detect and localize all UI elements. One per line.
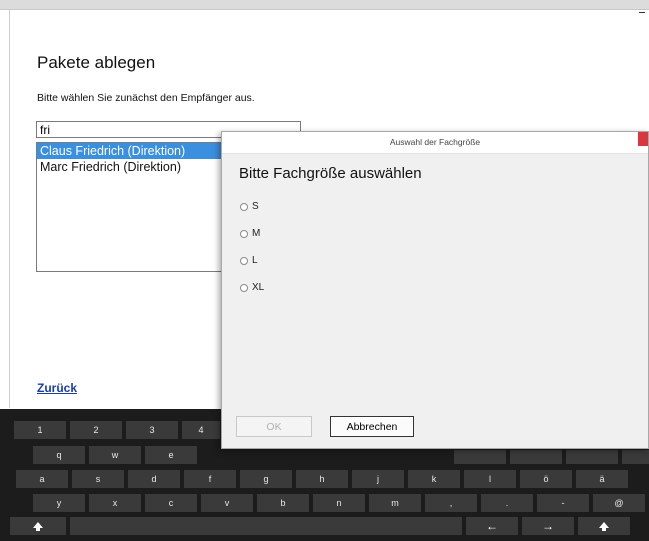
- page-subtitle: Bitte wählen Sie zunächst den Empfänger …: [37, 92, 255, 104]
- key[interactable]: h: [296, 470, 348, 488]
- minimize-icon[interactable]: [639, 12, 645, 13]
- key[interactable]: j: [352, 470, 404, 488]
- arrow-right-icon: →: [542, 519, 554, 533]
- radio-button-icon[interactable]: [240, 256, 248, 265]
- radio-button-icon[interactable]: [240, 229, 248, 238]
- size-option-s[interactable]: S: [240, 201, 259, 212]
- key[interactable]: ö: [520, 470, 572, 488]
- page-title: Pakete ablegen: [37, 53, 156, 72]
- ok-button[interactable]: OK: [236, 416, 312, 437]
- key[interactable]: d: [128, 470, 180, 488]
- key[interactable]: 4: [182, 421, 220, 439]
- key[interactable]: l: [464, 470, 516, 488]
- size-option-m[interactable]: M: [240, 228, 260, 239]
- left-arrow-key[interactable]: ←: [466, 517, 518, 535]
- key[interactable]: v: [201, 494, 253, 512]
- cancel-button[interactable]: Abbrechen: [330, 416, 414, 437]
- shift-up-arrow-icon: [599, 521, 609, 531]
- key[interactable]: g: [240, 470, 292, 488]
- key[interactable]: c: [145, 494, 197, 512]
- arrow-left-icon: ←: [486, 519, 498, 533]
- key[interactable]: k: [408, 470, 460, 488]
- back-link[interactable]: Zurück: [37, 381, 77, 395]
- size-option-label: L: [252, 255, 258, 266]
- key[interactable]: ,: [425, 494, 477, 512]
- shift-up-arrow-icon: [33, 521, 43, 531]
- key[interactable]: [510, 450, 562, 464]
- key[interactable]: [454, 450, 506, 464]
- key[interactable]: n: [313, 494, 365, 512]
- key[interactable]: ä: [576, 470, 628, 488]
- shift-key[interactable]: [578, 517, 630, 535]
- key[interactable]: .: [481, 494, 533, 512]
- window-top-bar: [0, 0, 649, 10]
- dialog-title: Auswahl der Fachgröße: [389, 137, 481, 147]
- key[interactable]: q: [33, 446, 85, 464]
- key[interactable]: 1: [14, 421, 66, 439]
- dialog-heading: Bitte Fachgröße auswählen: [239, 165, 422, 182]
- size-option-l[interactable]: L: [240, 255, 258, 266]
- key[interactable]: x: [89, 494, 141, 512]
- shift-key[interactable]: [10, 517, 66, 535]
- size-option-label: XL: [252, 282, 265, 293]
- key[interactable]: [622, 450, 649, 464]
- key[interactable]: a: [16, 470, 68, 488]
- dialog-titlebar: Auswahl der Fachgröße: [222, 132, 648, 154]
- size-selection-dialog: Auswahl der Fachgröße Bitte Fachgröße au…: [221, 131, 649, 449]
- key[interactable]: 2: [70, 421, 122, 439]
- key[interactable]: s: [72, 470, 124, 488]
- key[interactable]: @: [593, 494, 645, 512]
- key[interactable]: e: [145, 446, 197, 464]
- key[interactable]: w: [89, 446, 141, 464]
- size-option-label: M: [252, 228, 261, 239]
- app-window: Pakete ablegen Bitte wählen Sie zunächst…: [0, 0, 649, 541]
- right-arrow-key[interactable]: →: [522, 517, 574, 535]
- space-key[interactable]: [70, 517, 462, 535]
- size-option-xl[interactable]: XL: [240, 282, 264, 293]
- close-button[interactable]: [638, 132, 648, 146]
- radio-button-icon[interactable]: [240, 283, 248, 292]
- radio-button-icon[interactable]: [240, 202, 248, 211]
- key[interactable]: b: [257, 494, 309, 512]
- key[interactable]: f: [184, 470, 236, 488]
- key[interactable]: [566, 450, 618, 464]
- key[interactable]: y: [33, 494, 85, 512]
- key[interactable]: -: [537, 494, 589, 512]
- size-option-label: S: [252, 201, 259, 212]
- key[interactable]: m: [369, 494, 421, 512]
- key[interactable]: 3: [126, 421, 178, 439]
- left-divider: [9, 10, 10, 408]
